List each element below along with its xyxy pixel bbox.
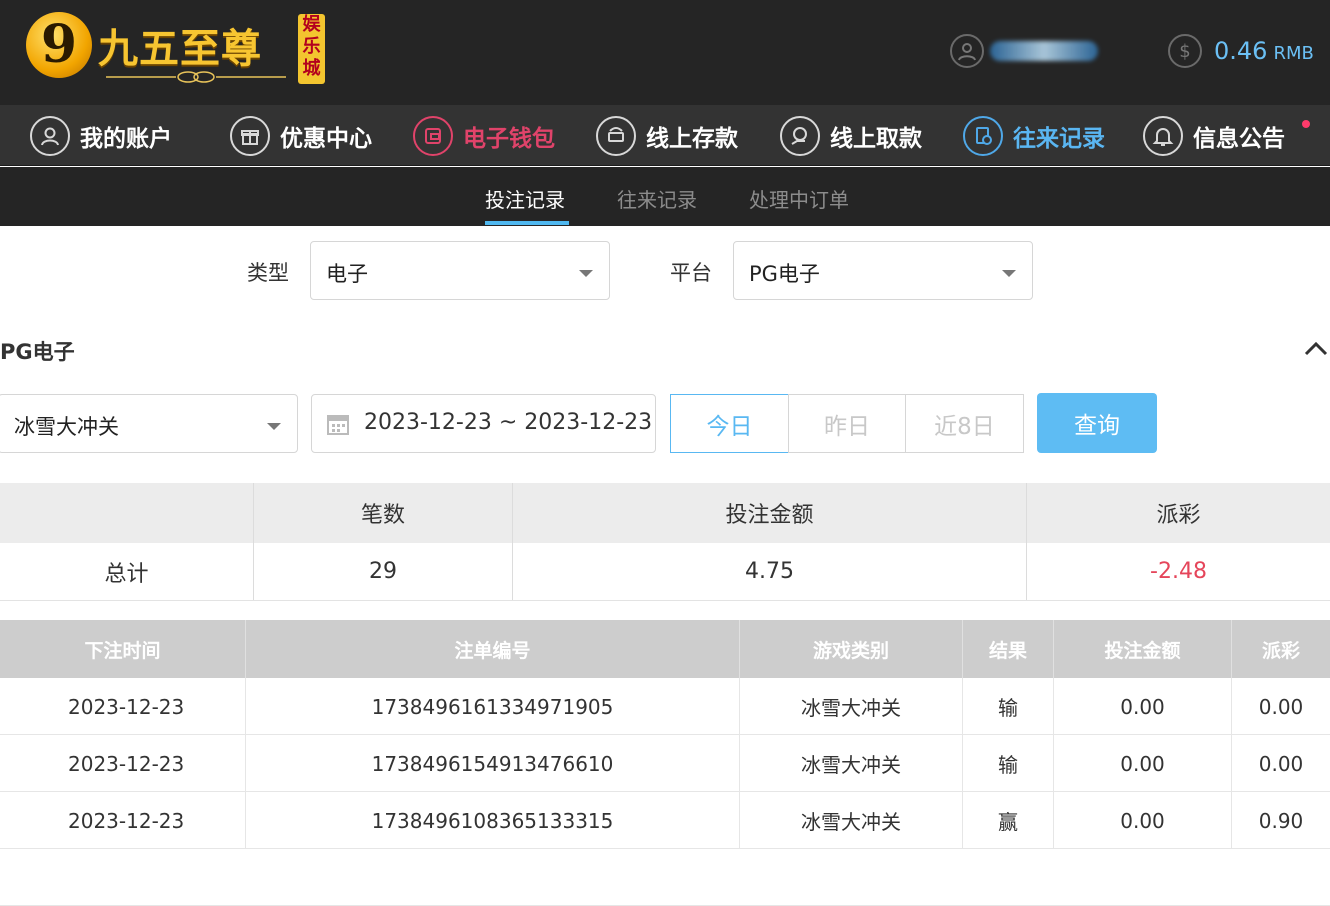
main-nav: 我的账户 优惠中心 电子钱包 线上存款 线上取款 往来记录 信息公告 xyxy=(0,105,1330,166)
logo-badge: 娱 乐 城 xyxy=(298,14,325,84)
caret-down-icon xyxy=(267,423,281,430)
header-bet-time: 下注时间 xyxy=(84,639,161,662)
logo-text: 九五至尊 xyxy=(98,25,262,72)
details-header-row: 下注时间 注单编号 游戏类别 结果 投注金额 派彩 xyxy=(0,620,1330,678)
summary-total-label: 总计 xyxy=(104,561,149,587)
nav-item-notices[interactable]: 信息公告 xyxy=(1143,115,1285,157)
dollar-icon: $ xyxy=(1168,34,1202,68)
chevron-up-icon[interactable] xyxy=(1304,340,1328,356)
top-header: 9 九五至尊 娱 乐 城 $ 0.46 RMB xyxy=(0,0,1330,105)
yesterday-button[interactable]: 昨日 xyxy=(788,394,906,453)
balance-info: $ 0.46 RMB xyxy=(1168,34,1314,68)
summary-total-row: 总计 29 4.75 -2.48 xyxy=(0,543,1330,601)
notification-dot xyxy=(1302,120,1310,128)
tab-bet-records[interactable]: 投注记录 xyxy=(485,184,565,213)
user-icon xyxy=(30,116,70,156)
calendar-icon xyxy=(327,415,349,435)
tab-pending-orders[interactable]: 处理中订单 xyxy=(749,184,849,213)
game-select[interactable]: 冰雪大冲关 xyxy=(0,394,298,453)
summary-header-bet: 投注金额 xyxy=(512,483,1026,543)
header-result: 结果 xyxy=(962,620,1053,678)
bell-icon xyxy=(1143,116,1183,156)
caret-down-icon xyxy=(579,270,593,277)
section-title: PG电子 xyxy=(0,340,75,364)
deposit-icon xyxy=(596,116,636,156)
active-tab-indicator xyxy=(485,221,569,225)
table-row xyxy=(0,849,1330,906)
header-order-no: 注单编号 xyxy=(245,620,739,678)
header-game: 游戏类别 xyxy=(739,620,962,678)
summary-bet-amount: 4.75 xyxy=(512,543,1026,600)
table-row: 2023-12-23 1738496161334971905 冰雪大冲关 输 0… xyxy=(0,678,1330,735)
username-redacted xyxy=(990,41,1098,61)
query-button[interactable]: 查询 xyxy=(1037,393,1157,453)
nav-item-wallet[interactable]: 电子钱包 xyxy=(413,115,555,157)
summary-header-count: 笔数 xyxy=(253,483,512,543)
balance-value: 0.46 xyxy=(1214,37,1268,65)
summary-payout: -2.48 xyxy=(1026,543,1330,600)
nav-item-records[interactable]: 往来记录 xyxy=(963,115,1105,157)
date-range-picker[interactable]: 2023-12-23 ~ 2023-12-23 xyxy=(311,394,656,453)
last-8-days-button[interactable]: 近8日 xyxy=(905,394,1024,453)
balance-currency: RMB xyxy=(1273,43,1314,64)
header-bet-amount: 投注金额 xyxy=(1053,620,1231,678)
table-row: 2023-12-23 1738496108365133315 冰雪大冲关 赢 0… xyxy=(0,792,1330,849)
user-icon xyxy=(950,34,984,68)
type-select[interactable]: 电子 xyxy=(310,241,610,300)
wallet-icon xyxy=(413,116,453,156)
logo-flourish xyxy=(106,71,286,83)
header-payout: 派彩 xyxy=(1231,620,1330,678)
summary-count: 29 xyxy=(253,543,512,600)
summary-header-row: 笔数 投注金额 派彩 xyxy=(0,483,1330,543)
user-info[interactable] xyxy=(950,34,1098,68)
platform-label: 平台 xyxy=(670,261,712,285)
caret-down-icon xyxy=(1002,270,1016,277)
nav-item-promotions[interactable]: 优惠中心 xyxy=(230,115,372,157)
gift-icon xyxy=(230,116,270,156)
nav-item-deposit[interactable]: 线上存款 xyxy=(596,115,738,157)
platform-select[interactable]: PG电子 xyxy=(733,241,1033,300)
type-label: 类型 xyxy=(247,261,289,285)
logo-emblem: 9 xyxy=(26,12,92,78)
withdraw-icon xyxy=(780,116,820,156)
summary-header-payout: 派彩 xyxy=(1026,483,1330,543)
records-icon xyxy=(963,116,1003,156)
nav-item-account[interactable]: 我的账户 xyxy=(30,115,172,157)
site-logo[interactable]: 9 九五至尊 娱 乐 城 xyxy=(26,8,326,90)
today-button[interactable]: 今日 xyxy=(670,394,789,453)
table-row: 2023-12-23 1738496154913476610 冰雪大冲关 输 0… xyxy=(0,735,1330,792)
tab-transaction-records[interactable]: 往来记录 xyxy=(617,184,697,213)
record-subtabs: 投注记录 往来记录 处理中订单 xyxy=(0,167,1330,226)
nav-item-withdraw[interactable]: 线上取款 xyxy=(780,115,922,157)
